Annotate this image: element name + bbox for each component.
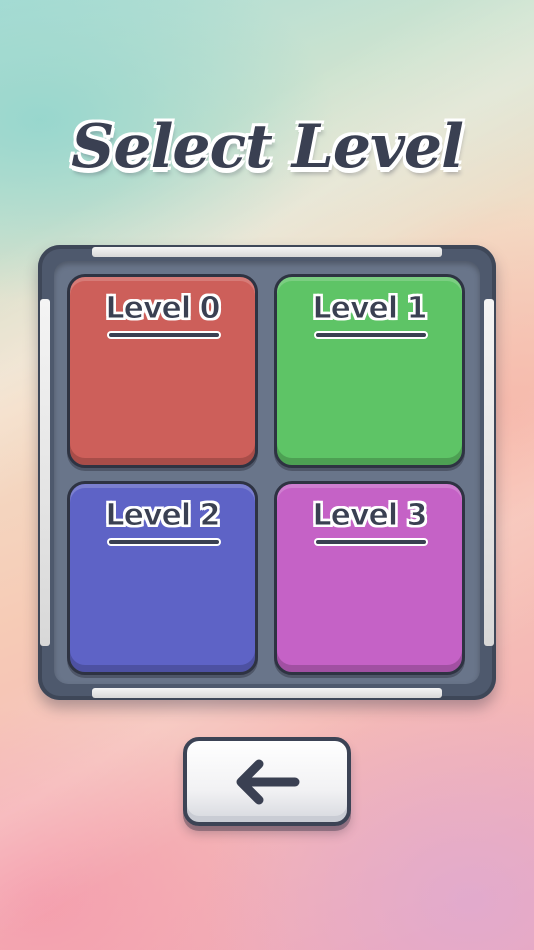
arrow-left-icon (236, 759, 300, 805)
level-3-label: Level 3 (312, 498, 428, 534)
level-2-label: Level 2 (105, 498, 221, 534)
board-rail-left (40, 299, 50, 646)
level-1-label: Level 1 (312, 291, 428, 327)
page-title: Select Level (70, 111, 465, 183)
level-0-underline (109, 333, 219, 337)
level-1-button[interactable]: Level 1 (274, 274, 465, 468)
board-rail-right (484, 299, 494, 646)
level-2-button[interactable]: Level 2 (67, 481, 258, 675)
level-0-button[interactable]: Level 0 (67, 274, 258, 468)
board-rail-top (92, 247, 442, 257)
level-2-underline (109, 540, 219, 544)
level-1-underline (316, 333, 426, 337)
level-3-button[interactable]: Level 3 (274, 481, 465, 675)
level-3-underline (316, 540, 426, 544)
back-button[interactable] (183, 737, 351, 826)
board-rail-bottom (92, 688, 442, 698)
level-board: Level 0 Level 1 Level 2 Level 3 (38, 245, 496, 700)
level-0-label: Level 0 (105, 291, 221, 327)
